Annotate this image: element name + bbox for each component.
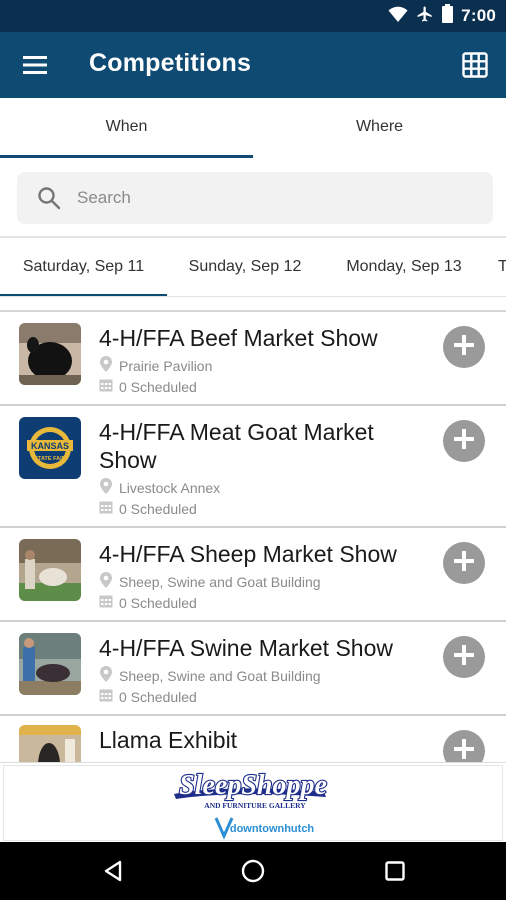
list-item-swine-market-show[interactable]: 4-H/FFA Swine Market Show Sheep, Swine a… <box>0 622 506 716</box>
calendar-icon <box>99 688 113 705</box>
sheep-show-thumbnail <box>19 539 81 601</box>
plus-icon <box>453 550 475 577</box>
competition-location: Prairie Pavilion <box>99 356 212 375</box>
add-button[interactable] <box>443 730 485 762</box>
competition-scheduled: 0 Scheduled <box>99 594 197 611</box>
competition-title: 4-H/FFA Sheep Market Show <box>99 541 397 567</box>
competition-title: 4-H/FFA Meat Goat Market Show <box>99 419 374 473</box>
plus-icon <box>453 334 475 361</box>
hamburger-menu-icon[interactable] <box>18 49 52 81</box>
location-label: Sheep, Swine and Goat Building <box>119 573 321 590</box>
competition-list[interactable]: 4-H/FFA Beef Market Show Prairie Pavilio… <box>0 310 506 762</box>
competition-title: Llama Exhibit <box>99 727 238 753</box>
grid-view-icon[interactable] <box>458 48 492 82</box>
competition-scheduled: 0 Scheduled <box>99 688 197 705</box>
plus-icon <box>453 644 475 671</box>
add-button[interactable] <box>443 542 485 584</box>
add-button[interactable] <box>443 420 485 462</box>
llama-thumbnail <box>19 725 81 762</box>
tab-when[interactable]: When <box>0 98 253 158</box>
list-item-meat-goat-market-show[interactable]: KANSAS STATE FAIR 4-H/FFA Meat Goat Mark… <box>0 406 506 528</box>
competition-scheduled: 0 Scheduled <box>99 378 197 395</box>
add-button[interactable] <box>443 326 485 368</box>
wifi-icon <box>388 5 408 28</box>
list-item-beef-market-show[interactable]: 4-H/FFA Beef Market Show Prairie Pavilio… <box>0 312 506 406</box>
list-item-sheep-market-show[interactable]: 4-H/FFA Sheep Market Show Sheep, Swine a… <box>0 528 506 622</box>
tab-date-sat-sep-11[interactable]: Saturday, Sep 11 <box>0 238 167 296</box>
date-tabs: Saturday, Sep 11 Sunday, Sep 12 Monday, … <box>0 236 506 297</box>
state-fair-logo-text: STATE FAIR <box>34 456 65 462</box>
beef-cattle-thumbnail <box>19 323 81 385</box>
competition-location: Livestock Annex <box>99 478 220 497</box>
location-pin-icon <box>99 666 113 685</box>
kansas-state-fair-logo-thumbnail: KANSAS STATE FAIR <box>19 417 81 479</box>
status-bar: 7:00 <box>0 0 506 32</box>
system-nav-bar <box>0 842 506 900</box>
location-pin-icon <box>99 356 113 375</box>
ad-banner[interactable]: SleepShoppe AND FURNITURE GALLERY downto… <box>0 762 506 842</box>
calendar-icon <box>99 500 113 517</box>
location-label: Livestock Annex <box>119 479 221 496</box>
location-pin-icon <box>99 572 113 591</box>
tab-where[interactable]: Where <box>253 98 506 158</box>
competition-title: 4-H/FFA Beef Market Show <box>99 325 378 351</box>
calendar-icon <box>99 378 113 395</box>
competition-location: Sheep, Swine and Goat Building <box>99 666 321 685</box>
scheduled-count: 0 Scheduled <box>119 500 197 517</box>
status-icons: 7:00 <box>388 4 496 28</box>
tab-date-next-partial[interactable]: T <box>498 238 506 296</box>
home-icon[interactable] <box>238 856 268 886</box>
competition-title: 4-H/FFA Swine Market Show <box>99 635 393 661</box>
location-label: Sheep, Swine and Goat Building <box>119 667 321 684</box>
recents-icon[interactable] <box>380 856 410 886</box>
sleepshoppe-logo: SleepShoppe AND FURNITURE GALLERY downto… <box>174 769 328 840</box>
competition-scheduled: 0 Scheduled <box>99 500 197 517</box>
status-time: 7:00 <box>461 6 496 25</box>
search-input[interactable] <box>77 172 477 224</box>
location-label: Prairie Pavilion <box>119 357 213 374</box>
location-pin-icon <box>99 478 113 497</box>
list-item-llama-exhibit[interactable]: Llama Exhibit <box>0 716 506 762</box>
plus-icon <box>453 428 475 455</box>
app-bar: Competitions <box>0 32 506 98</box>
view-tabs: When Where <box>0 98 506 158</box>
tab-date-mon-sep-13[interactable]: Monday, Sep 13 <box>323 238 485 296</box>
calendar-icon <box>99 594 113 611</box>
plus-icon <box>453 738 475 763</box>
ad-brand: SleepShoppe <box>179 770 327 801</box>
kansas-logo-text: KANSAS <box>31 441 69 451</box>
airplane-icon <box>416 5 434 28</box>
add-button[interactable] <box>443 636 485 678</box>
back-icon[interactable] <box>98 856 128 886</box>
ad-tagline: AND FURNITURE GALLERY <box>204 801 306 810</box>
scheduled-count: 0 Scheduled <box>119 378 197 395</box>
ad-sub: downtownhutch <box>230 823 315 835</box>
page-title: Competitions <box>89 49 252 77</box>
swine-show-thumbnail <box>19 633 81 695</box>
competition-location: Sheep, Swine and Goat Building <box>99 572 321 591</box>
tab-date-sun-sep-12[interactable]: Sunday, Sep 12 <box>167 238 323 296</box>
search-icon <box>37 186 61 210</box>
search-bar <box>17 172 493 224</box>
battery-icon <box>442 4 454 28</box>
ad-sleepshoppe[interactable]: SleepShoppe AND FURNITURE GALLERY downto… <box>3 765 503 841</box>
scheduled-count: 0 Scheduled <box>119 594 197 611</box>
scheduled-count: 0 Scheduled <box>119 688 197 705</box>
